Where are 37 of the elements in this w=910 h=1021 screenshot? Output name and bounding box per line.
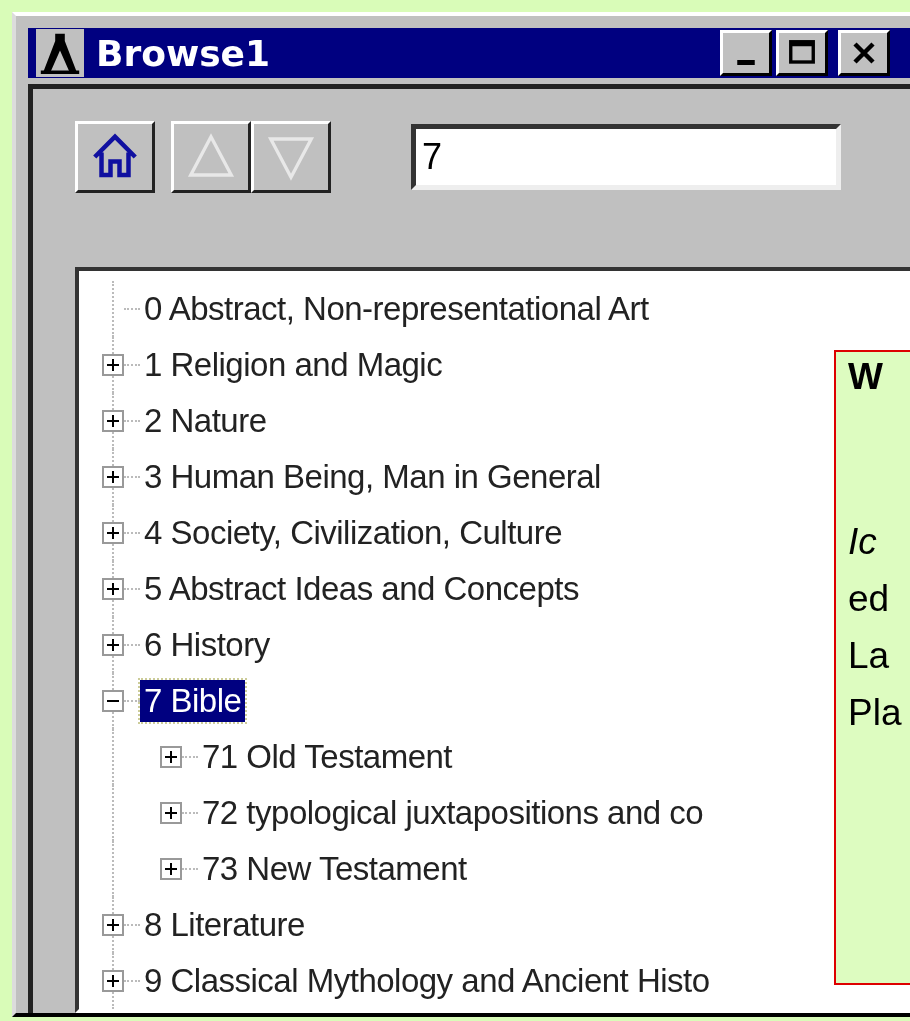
- expand-icon[interactable]: [160, 746, 182, 768]
- minimize-icon: [737, 59, 755, 65]
- expand-icon[interactable]: [102, 354, 124, 376]
- close-button[interactable]: [838, 30, 890, 76]
- tree-item[interactable]: 8 Literature: [140, 904, 309, 946]
- expand-icon[interactable]: [102, 578, 124, 600]
- tree-item[interactable]: 71 Old Testament: [198, 736, 457, 778]
- expand-icon[interactable]: [102, 970, 124, 992]
- search-field[interactable]: 7: [411, 124, 841, 190]
- tree-item[interactable]: 9 Classical Mythology and Ancient Histo: [140, 960, 714, 1002]
- window-title: Browse1: [96, 32, 272, 74]
- tree-item[interactable]: 72 typological juxtapositions and co: [198, 792, 708, 834]
- tree-item[interactable]: 73 New Testament: [198, 848, 471, 890]
- expand-icon[interactable]: [102, 522, 124, 544]
- tree-item[interactable]: 2 Nature: [140, 400, 271, 442]
- expand-icon[interactable]: [102, 466, 124, 488]
- note-text: Ic: [848, 521, 877, 563]
- tree-item[interactable]: 6 History: [140, 624, 274, 666]
- expand-icon[interactable]: [102, 410, 124, 432]
- home-button[interactable]: [75, 121, 155, 193]
- tree-item[interactable]: 1 Religion and Magic: [140, 344, 447, 386]
- expand-icon[interactable]: [102, 634, 124, 656]
- expand-icon[interactable]: [160, 858, 182, 880]
- note-text: Pla: [848, 692, 902, 734]
- note-text: ed: [848, 578, 890, 620]
- tree-item[interactable]: 7 Bible: [140, 680, 246, 722]
- expand-icon[interactable]: [160, 802, 182, 824]
- note-text: La: [848, 635, 890, 677]
- minimize-button[interactable]: [720, 30, 772, 76]
- note-text: W: [848, 356, 883, 398]
- tree-item[interactable]: 0 Abstract, Non-representational Art: [140, 288, 653, 330]
- collapse-icon[interactable]: [102, 690, 124, 712]
- tree-item[interactable]: 5 Abstract Ideas and Concepts: [140, 568, 583, 610]
- tree-item[interactable]: 4 Society, Civilization, Culture: [140, 512, 567, 554]
- maximize-button[interactable]: [776, 30, 828, 76]
- tree-item[interactable]: 3 Human Being, Man in General: [140, 456, 605, 498]
- expand-icon[interactable]: [102, 914, 124, 936]
